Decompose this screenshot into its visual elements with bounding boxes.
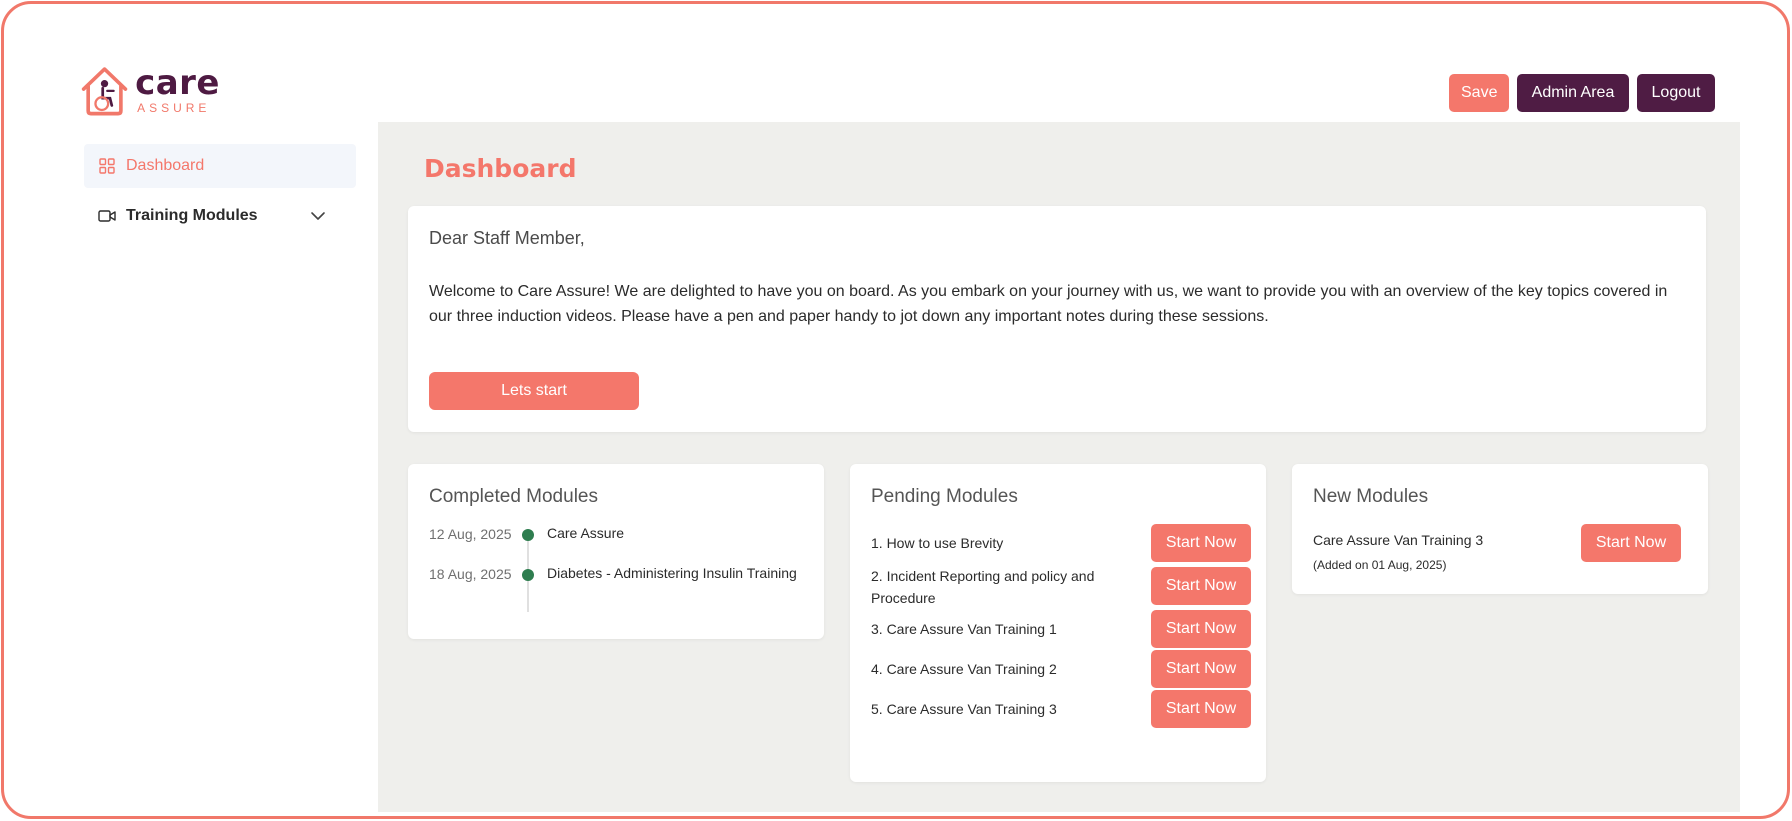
- brand-logo[interactable]: care ASSURE: [80, 60, 220, 120]
- pending-module-label: 5. Care Assure Van Training 3: [871, 701, 1057, 717]
- completed-module-name: Care Assure: [547, 525, 625, 541]
- timeline-item: 18 Aug, 2025: [429, 566, 534, 582]
- admin-area-button[interactable]: Admin Area: [1517, 74, 1629, 112]
- welcome-greeting: Dear Staff Member,: [429, 228, 585, 248]
- sidebar-item-label: Training Modules: [126, 207, 258, 224]
- page-title: Dashboard: [424, 154, 577, 183]
- logo-wordmark: care ASSURE: [135, 66, 220, 114]
- start-now-button[interactable]: Start Now: [1151, 690, 1251, 728]
- lets-start-button[interactable]: Lets start: [429, 372, 639, 410]
- start-now-button[interactable]: Start Now: [1151, 567, 1251, 605]
- save-button[interactable]: Save: [1449, 74, 1509, 112]
- logo-assure-text: ASSURE: [137, 101, 211, 115]
- logout-button[interactable]: Logout: [1637, 74, 1715, 112]
- start-now-button[interactable]: Start Now: [1151, 524, 1251, 562]
- start-now-button[interactable]: Start Now: [1581, 524, 1681, 562]
- sidebar: Dashboard Training Modules: [64, 122, 378, 816]
- new-modules-card: New Modules Care Assure Van Training 3 (…: [1292, 464, 1708, 594]
- pending-module-row: 4. Care Assure Van Training 2 Start Now: [871, 650, 1251, 688]
- welcome-card: Dear Staff Member, Welcome to Care Assur…: [408, 206, 1706, 432]
- completed-modules-card: Completed Modules 12 Aug, 2025 Care Assu…: [408, 464, 824, 639]
- new-modules-title: New Modules: [1313, 486, 1429, 507]
- timeline-dot: [522, 569, 534, 581]
- pending-modules-card: Pending Modules 1. How to use Brevity St…: [850, 464, 1266, 782]
- pending-module-row: 5. Care Assure Van Training 3 Start Now: [871, 690, 1251, 728]
- pending-module-row: 3. Care Assure Van Training 1 Start Now: [871, 610, 1251, 648]
- pending-module-label: 3. Care Assure Van Training 1: [871, 621, 1057, 637]
- start-now-button[interactable]: Start Now: [1151, 610, 1251, 648]
- pending-module-row: 1. How to use Brevity Start Now: [871, 524, 1251, 562]
- pending-module-label: 4. Care Assure Van Training 2: [871, 661, 1057, 677]
- sidebar-item-training-modules[interactable]: Training Modules: [84, 194, 356, 238]
- timeline-item: 12 Aug, 2025: [429, 526, 534, 542]
- top-bar: care ASSURE Save Admin Area Logout: [4, 4, 1787, 120]
- new-module-name: Care Assure Van Training 3: [1313, 532, 1484, 548]
- completed-module-name: Diabetes - Administering Insulin Trainin…: [547, 565, 797, 581]
- pending-modules-title: Pending Modules: [871, 486, 1018, 507]
- new-module-added-date: (Added on 01 Aug, 2025): [1313, 558, 1447, 572]
- house-logo-icon: [81, 67, 128, 116]
- pending-module-label: 1. How to use Brevity: [871, 535, 1004, 551]
- sidebar-item-dashboard[interactable]: Dashboard: [84, 144, 356, 188]
- app-frame: care ASSURE Save Admin Area Logout Dashb…: [1, 1, 1790, 819]
- header-actions: Save Admin Area Logout: [1449, 74, 1715, 112]
- sidebar-item-label: Dashboard: [126, 157, 205, 174]
- timeline-dot: [522, 529, 534, 541]
- logo-care-text: care: [135, 63, 220, 103]
- grid-icon: [98, 157, 116, 175]
- pending-module-row: 2. Incident Reporting and policy and Pro…: [871, 567, 1251, 606]
- main-content: Dashboard Dear Staff Member, Welcome to …: [378, 122, 1740, 812]
- pending-module-label: 2. Incident Reporting and policy and Pro…: [871, 568, 1095, 606]
- start-now-button[interactable]: Start Now: [1151, 650, 1251, 688]
- welcome-message: Welcome to Care Assure! We are delighted…: [429, 283, 1668, 325]
- chevron-down-icon[interactable]: [308, 206, 328, 226]
- completed-date: 12 Aug, 2025: [429, 526, 512, 542]
- video-icon: [98, 207, 116, 225]
- completed-modules-title: Completed Modules: [429, 486, 598, 507]
- completed-date: 18 Aug, 2025: [429, 566, 512, 582]
